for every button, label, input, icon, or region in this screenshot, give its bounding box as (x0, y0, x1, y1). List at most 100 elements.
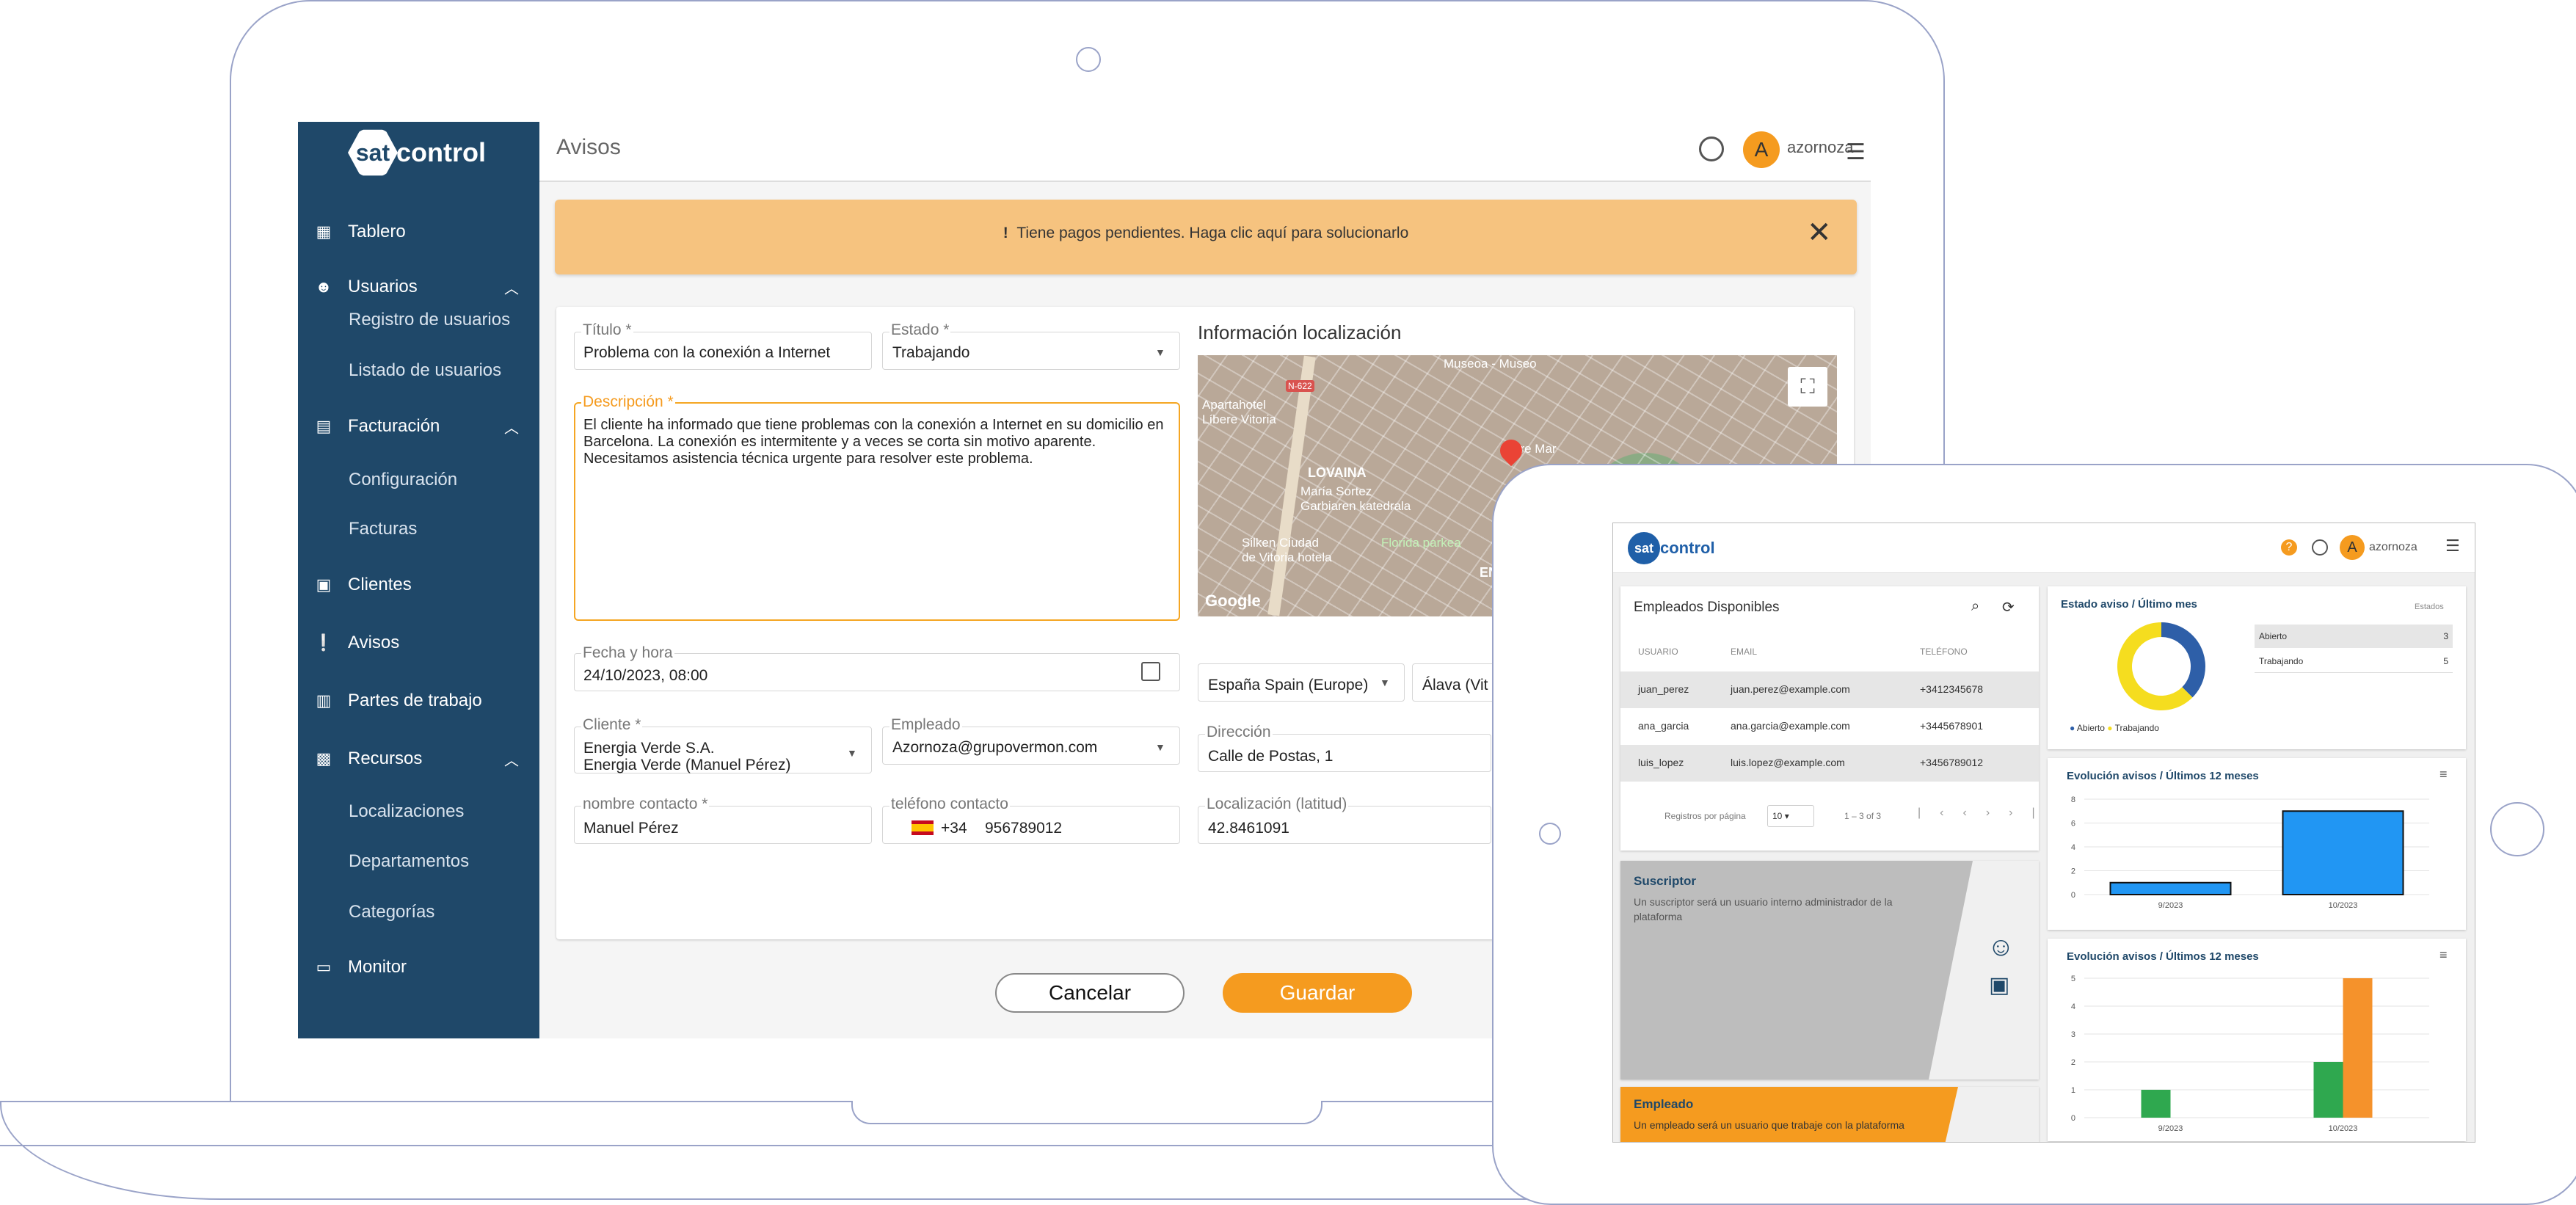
suscriptor-card[interactable]: Suscriptor Un suscriptor será un usuario… (1620, 861, 2039, 1080)
username[interactable]: azornoza (1787, 138, 1854, 157)
evolucion-bar-chart-2: 0 1 2 3 4 5 9/2023 10/2023 (2071, 975, 2429, 1133)
latitud-label: Localización (latitud) (1205, 796, 1349, 813)
employees-title: Empleados Disponibles (1634, 600, 1780, 615)
map-label-silken: Silken Ciudad (1242, 536, 1319, 550)
calendar-icon[interactable] (1141, 662, 1160, 681)
sidebar-item-label: Monitor (348, 957, 407, 977)
per-page-select[interactable]: 10 ▾ (1767, 805, 1814, 827)
cell-email: juan.perez@example.com (1731, 683, 1850, 695)
estado-row-label: Trabajando (2259, 656, 2304, 666)
sidebar-item-label: Clientes (348, 575, 412, 594)
card-accent (1929, 861, 2039, 1080)
chart-menu-icon[interactable]: ≡ (2439, 767, 2448, 782)
sidebar-subitem-localizaciones[interactable]: Localizaciones (349, 801, 464, 822)
dropdown-arrow-icon: ▼ (847, 747, 857, 759)
save-button[interactable]: Guardar (1223, 973, 1412, 1013)
telefono-prefix[interactable]: +34 (941, 820, 967, 837)
spain-flag-icon[interactable] (912, 820, 934, 835)
sidebar-item-usuarios[interactable]: ☻ Usuarios ︿ (298, 265, 539, 309)
sidebar-item-facturacion[interactable]: ▤ Facturación ︿ (298, 404, 539, 448)
close-icon[interactable]: ✕ (1807, 216, 1832, 250)
sidebar-item-avisos[interactable]: ❕ Avisos (298, 621, 539, 665)
sidebar-subitem-registro[interactable]: Registro de usuarios (349, 310, 510, 330)
evolucion-title-2: Evolución avisos / Últimos 12 meses (2067, 950, 2259, 963)
payment-alert[interactable]: ! Tiene pagos pendientes. Haga clic aquí… (555, 200, 1857, 274)
sidebar-item-clientes[interactable]: ▣ Clientes (298, 563, 539, 607)
estado-value: Trabajando (892, 344, 970, 361)
pais-value: España Spain (Europe) (1208, 677, 1369, 693)
empleado-value: Azornoza@grupovermon.com (892, 739, 1098, 756)
cell-usuario: juan_perez (1638, 683, 1689, 695)
tablet-brand-logo[interactable]: sat control (1628, 532, 1715, 564)
legend-abierto: Abierto (2076, 723, 2105, 733)
tablet-globe-icon[interactable] (2312, 539, 2328, 556)
bar-9/2023[interactable] (2109, 881, 2232, 895)
empleado-card[interactable]: Empleado Un empleado será un usuario que… (1620, 1087, 2039, 1142)
refresh-icon[interactable]: ⟳ (2002, 598, 2015, 616)
tablet-username[interactable]: azornoza (2369, 541, 2417, 554)
brand-logo[interactable]: sat control (348, 128, 486, 178)
descripcion-label: Descripción * (581, 393, 675, 411)
tablet-menu-icon[interactable]: ☰ (2445, 536, 2460, 556)
sidebar-subitem-facturas[interactable]: Facturas (349, 519, 417, 539)
sidebar-item-monitor[interactable]: ▭ Monitor (298, 945, 539, 989)
bar-10/2023[interactable] (2282, 810, 2404, 895)
descripcion-value: El cliente ha informado que tiene proble… (583, 417, 1164, 467)
fecha-label: Fecha y hora (581, 644, 674, 662)
table-row: Abierto 3 (2255, 625, 2453, 648)
y-tick-label: 2 (2071, 1058, 2075, 1067)
menu-icon[interactable]: ☰ (1846, 139, 1866, 165)
google-logo: Google (1205, 591, 1261, 610)
search-icon[interactable]: ⌕ (1971, 598, 1979, 615)
y-tick-label: 1 (2071, 1086, 2075, 1095)
sidebar-item-label: Avisos (348, 633, 400, 652)
localizacion-title: Información localización (1198, 321, 1402, 343)
table-row[interactable]: luis_lopez luis.lopez@example.com +34567… (1620, 745, 2039, 782)
donut-legend: ● Abierto ● Trabajando (2070, 723, 2159, 733)
cliente-value-1: Energia Verde S.A. (583, 740, 715, 757)
briefcase-icon: ▣ (1989, 973, 2010, 997)
chart-menu-icon[interactable]: ≡ (2439, 947, 2448, 963)
sidebar-item-tablero[interactable]: ▦ Tablero (298, 210, 539, 254)
sidebar-subitem-departamentos[interactable]: Departamentos (349, 851, 469, 872)
avatar[interactable]: A (1743, 131, 1780, 168)
logo-badge: sat (348, 129, 398, 176)
globe-icon[interactable] (1699, 136, 1724, 161)
estado-card: Estado aviso / Último mes ● Abierto ● Tr… (2048, 586, 2466, 749)
sidebar-subitem-listado[interactable]: Listado de usuarios (349, 360, 501, 381)
direccion-label: Dirección (1205, 724, 1273, 741)
laptop-camera (1076, 47, 1101, 72)
tablet-home-button[interactable] (2490, 802, 2544, 856)
map-label-museo: Museoa - Museo (1444, 357, 1537, 371)
pagination-icons[interactable]: |‹‹››| (1918, 807, 2054, 820)
y-tick-label: 3 (2071, 1030, 2075, 1039)
fullscreen-icon[interactable]: ⛶ (1788, 367, 1827, 407)
tablet-avatar[interactable]: A (2340, 535, 2365, 560)
per-page-value: 10 (1772, 811, 1783, 821)
estado-row-value: 5 (2443, 656, 2448, 666)
sidebar-item-recursos[interactable]: ▩ Recursos ︿ (298, 737, 539, 781)
dropdown-arrow-icon: ▼ (1155, 346, 1165, 358)
table-row[interactable]: juan_perez juan.perez@example.com +34123… (1620, 671, 2039, 708)
bar-10/2023[interactable] (2313, 1062, 2343, 1118)
table-row[interactable]: ana_garcia ana.garcia@example.com +34456… (1620, 708, 2039, 745)
chevron-up-icon: ︿ (504, 420, 519, 437)
laptop-notch (851, 1101, 1322, 1124)
x-tick-label: 9/2023 (2158, 901, 2183, 910)
help-icon[interactable]: ? (2281, 539, 2297, 556)
bar-10/2023[interactable] (2343, 978, 2373, 1118)
y-tick-label: 0 (2071, 891, 2075, 900)
evolucion-bar-chart-1: 0 2 4 6 8 9/2023 10/2023 (2071, 796, 2429, 910)
card-accent (1620, 1087, 1958, 1142)
sidebar-item-label: Tablero (348, 222, 406, 241)
map-label-lovaina: LOVAINA (1308, 465, 1367, 480)
tablet-camera (1539, 823, 1561, 845)
cancel-button[interactable]: Cancelar (995, 973, 1185, 1013)
cliente-value-2: Energia Verde (Manuel Pérez) (583, 757, 791, 773)
sidebar-subitem-categorias[interactable]: Categorías (349, 902, 434, 922)
sidebar-item-partes[interactable]: ▥ Partes de trabajo (298, 679, 539, 723)
sidebar-subitem-configuracion[interactable]: Configuración (349, 470, 457, 490)
x-tick-label: 9/2023 (2158, 1124, 2183, 1133)
bar-9/2023[interactable] (2141, 1090, 2171, 1118)
chevron-up-icon: ︿ (504, 280, 519, 297)
